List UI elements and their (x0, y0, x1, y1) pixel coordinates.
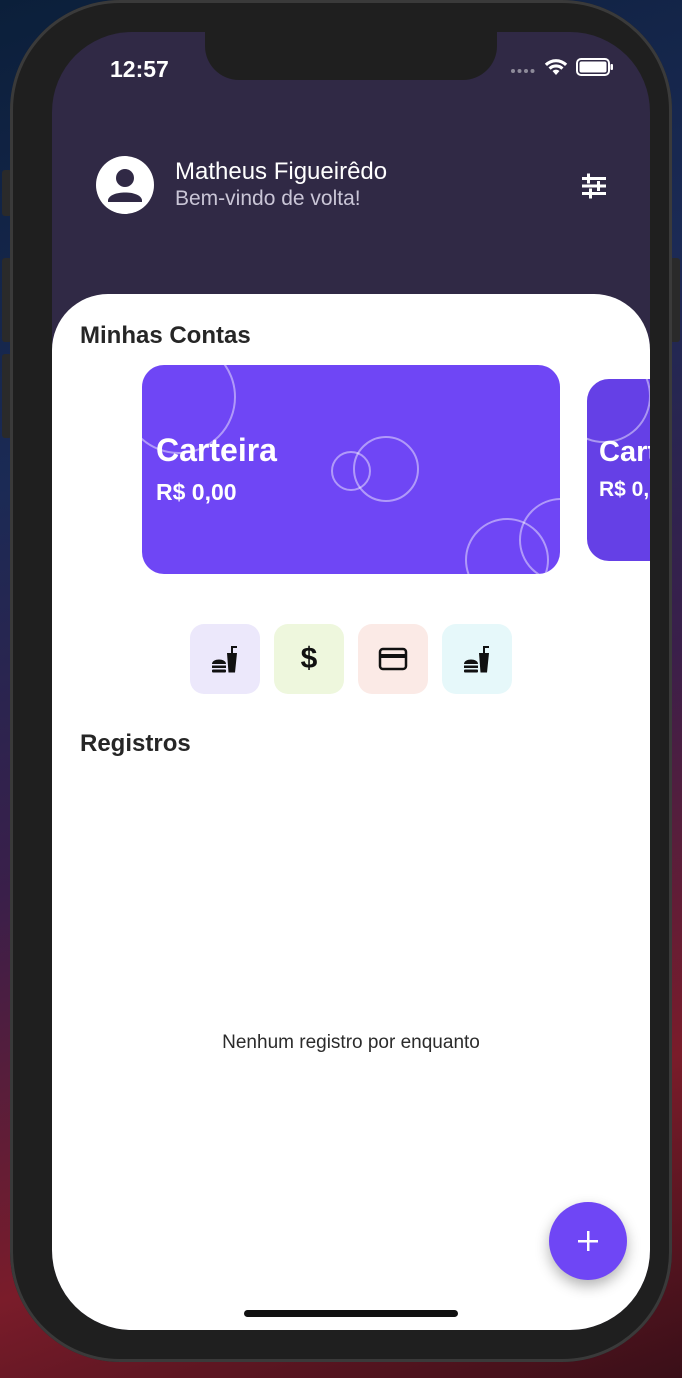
battery-icon (576, 58, 614, 81)
records-title: Registros (80, 730, 191, 757)
credit-card-icon (378, 647, 408, 671)
user-name: Matheus Figueirêdo (175, 158, 388, 185)
accounts-title: Minhas Contas (80, 322, 251, 349)
avatar[interactable] (96, 156, 154, 214)
phone-frame: 12:57 Matheus Figueirêdo Bem-vindo de vo… (10, 0, 672, 1362)
tune-icon (582, 173, 606, 199)
status-icons (510, 58, 614, 81)
add-record-button[interactable] (549, 1202, 627, 1280)
quick-action-income[interactable]: $ (274, 624, 344, 694)
card-balance: R$ 0,00 (599, 478, 650, 501)
notch (205, 32, 497, 80)
user-info: Matheus Figueirêdo Bem-vindo de volta! (175, 158, 387, 212)
status-time: 12:57 (110, 56, 169, 82)
card-decoration (519, 498, 560, 574)
filter-settings-button[interactable] (578, 170, 610, 202)
app-screen: 12:57 Matheus Figueirêdo Bem-vindo de vo… (52, 32, 650, 1330)
quick-action-food-2[interactable] (442, 624, 512, 694)
quick-action-card[interactable] (358, 624, 428, 694)
fastfood-icon (212, 646, 237, 673)
dollar-icon: $ (300, 642, 318, 675)
user-header: Matheus Figueirêdo Bem-vindo de volta! (96, 156, 387, 214)
card-name: Carteira (599, 436, 650, 468)
signal-dots-icon (510, 61, 536, 79)
card-decoration (587, 379, 650, 443)
plus-icon (578, 1231, 598, 1251)
welcome-subtitle: Bem-vindo de volta! (175, 187, 361, 210)
card-decoration (353, 436, 419, 502)
card-balance: R$ 0,00 (156, 479, 237, 505)
wifi-icon (544, 58, 568, 81)
home-indicator[interactable] (244, 1310, 458, 1317)
empty-records-message: Nenhum registro por enquanto (222, 1032, 480, 1053)
fastfood-icon (464, 646, 489, 673)
quick-action-food[interactable] (190, 624, 260, 694)
content-sheet: Minhas Contas Carteira R$ 0,00 Carteira … (52, 294, 650, 1330)
person-icon (108, 169, 142, 202)
account-card-next[interactable]: Carteira R$ 0,00 (587, 379, 650, 561)
account-card-wallet[interactable]: Carteira R$ 0,00 (142, 365, 560, 574)
card-name: Carteira (156, 432, 277, 468)
